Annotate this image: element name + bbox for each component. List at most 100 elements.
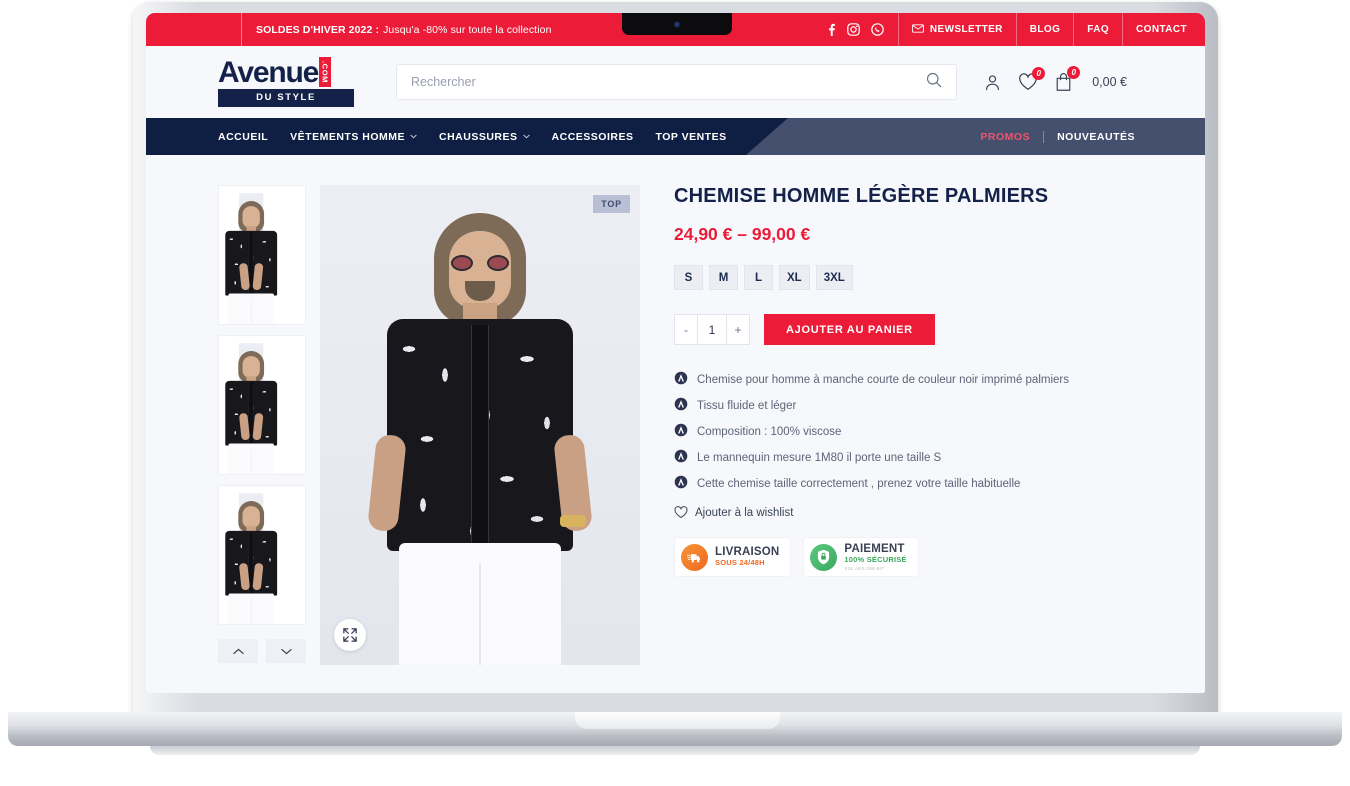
nav-item-accueil[interactable]: ACCUEIL xyxy=(218,131,268,143)
quantity-increase-button[interactable]: + xyxy=(727,315,749,344)
heart-icon xyxy=(674,506,688,518)
laptop-lip-notch xyxy=(575,712,780,729)
size-option-3xl[interactable]: 3XL xyxy=(815,265,853,290)
logo-tagline: DU STYLE xyxy=(218,89,354,107)
quantity-decrease-button[interactable]: - xyxy=(675,315,697,344)
mail-icon xyxy=(912,23,924,36)
delivery-truck-icon xyxy=(681,543,708,571)
instagram-icon[interactable] xyxy=(847,23,860,36)
purchase-controls: - 1 + AJOUTER AU PANIER xyxy=(674,314,1145,345)
chevron-down-icon xyxy=(522,134,530,139)
nav-item-top-ventes[interactable]: TOP VENTES xyxy=(655,131,726,143)
thumbnail-next-button[interactable] xyxy=(266,639,306,663)
thumbnail-controls xyxy=(218,639,306,663)
feature-text: Le mannequin mesure 1M80 il porte une ta… xyxy=(697,451,942,464)
size-option-m[interactable]: M xyxy=(709,265,738,290)
website-page: SOLDES D'HIVER 2022 : Jusqu'a -80% sur t… xyxy=(146,13,1205,693)
size-option-l[interactable]: L xyxy=(744,265,773,290)
nav-item-label: VÊTEMENTS HOMME xyxy=(290,130,406,143)
product-hero-illustration xyxy=(320,185,640,665)
topbar-link-contact[interactable]: CONTACT xyxy=(1122,13,1205,46)
topbar-right-group: NEWSLETTER BLOG FAQ CONTACT xyxy=(817,13,1205,46)
brand-bullet-icon xyxy=(674,397,688,414)
brand-bullet-icon xyxy=(674,449,688,466)
search-area xyxy=(368,64,983,100)
feature-item: Composition : 100% viscose xyxy=(674,423,1145,440)
brand-bullet-icon xyxy=(674,475,688,492)
nav-item-accessoires[interactable]: ACCESSOIRES xyxy=(552,131,634,143)
product-feature-list: Chemise pour homme à manche courte de co… xyxy=(674,371,1145,492)
logo-wordmark: Avenue xyxy=(218,56,319,90)
quantity-stepper: - 1 + xyxy=(674,314,750,345)
topbar-link-newsletter[interactable]: NEWSLETTER xyxy=(897,13,1016,46)
header-icons: 0 0 0,00 € xyxy=(983,66,1205,92)
laptop-foot xyxy=(150,746,1200,755)
site-header: Avenue .COM DU STYLE Rechercher 0 0 0,00… xyxy=(146,46,1205,118)
trust-badge-delivery: LIVRAISON SOUS 24/48H xyxy=(674,537,792,577)
feature-item: Cette chemise taille correctement , pren… xyxy=(674,475,1145,492)
feature-item: Le mannequin mesure 1M80 il porte une ta… xyxy=(674,449,1145,466)
product-main-image[interactable]: TOP xyxy=(320,185,640,665)
whatsapp-icon[interactable] xyxy=(871,23,884,36)
top-badge: TOP xyxy=(593,195,630,213)
webcam-notch xyxy=(622,13,732,35)
badge-title: LIVRAISON xyxy=(715,545,780,558)
facebook-icon[interactable] xyxy=(827,23,836,36)
shield-lock-icon xyxy=(810,543,838,571)
nav-item-label: ACCUEIL xyxy=(218,130,269,143)
size-option-s[interactable]: S xyxy=(674,265,703,290)
product-thumbnail-image xyxy=(225,193,278,324)
topbar-link-label: FAQ xyxy=(1087,24,1110,35)
topbar-link-blog[interactable]: BLOG xyxy=(1015,13,1074,46)
thumbnail-prev-button[interactable] xyxy=(218,639,258,663)
chevron-up-icon xyxy=(232,648,244,654)
trust-badge-payment: PAIEMENT 100% SÉCURISÉ SSL AES 256-BIT xyxy=(803,537,919,577)
nav-item-vetements-homme[interactable]: VÊTEMENTS HOMME xyxy=(290,131,417,143)
size-option-xl[interactable]: XL xyxy=(779,265,810,290)
product-details: CHEMISE HOMME LÉGÈRE PALMIERS 24,90 € – … xyxy=(640,185,1205,693)
nav-item-chaussures[interactable]: CHAUSSURES xyxy=(439,131,530,143)
add-to-wishlist-link[interactable]: Ajouter à la wishlist xyxy=(674,506,1145,519)
brand-bullet-icon xyxy=(674,423,688,440)
cart-icon[interactable]: 0 xyxy=(1054,66,1081,92)
sunglasses-detail xyxy=(451,255,509,271)
promo-label: SOLDES D'HIVER 2022 : xyxy=(256,23,380,36)
chevron-down-icon xyxy=(280,648,292,654)
nav-secondary-links: PROMOS NOUVEAUTÉS xyxy=(980,130,1205,143)
screenshot-stage: SOLDES D'HIVER 2022 : Jusqu'a -80% sur t… xyxy=(0,0,1350,786)
product-thumbnail-image xyxy=(225,343,278,474)
feature-item: Chemise pour homme à manche courte de co… xyxy=(674,371,1145,388)
site-logo[interactable]: Avenue .COM DU STYLE xyxy=(218,57,368,107)
size-selector: S M L XL 3XL xyxy=(674,265,1145,290)
wishlist-icon[interactable]: 0 xyxy=(1018,67,1046,91)
feature-text: Tissu fluide et léger xyxy=(697,399,797,412)
product-title: CHEMISE HOMME LÉGÈRE PALMIERS xyxy=(674,185,1049,207)
search-input[interactable] xyxy=(411,75,927,89)
topbar-link-faq[interactable]: FAQ xyxy=(1073,13,1122,46)
thumbnail-item[interactable] xyxy=(218,185,306,325)
nav-primary-links: ACCUEIL VÊTEMENTS HOMME CHAUSSURES ACCES… xyxy=(146,131,727,143)
image-zoom-button[interactable] xyxy=(334,619,366,651)
topbar-link-label: NEWSLETTER xyxy=(929,24,1003,35)
logo-dotcom-tag: .COM xyxy=(319,57,331,87)
account-icon[interactable] xyxy=(983,73,1002,92)
wishlist-label: Ajouter à la wishlist xyxy=(695,506,794,519)
promo-text: Jusqu'a -80% sur toute la collection xyxy=(383,23,552,36)
product-thumbnail-image xyxy=(225,493,278,624)
topbar-link-label: CONTACT xyxy=(1136,24,1187,35)
thumbnail-item[interactable] xyxy=(218,335,306,475)
badge-subtitle: SOUS 24/48H xyxy=(715,557,765,567)
quantity-value[interactable]: 1 xyxy=(697,315,727,344)
social-links xyxy=(817,13,898,46)
cart-total-amount[interactable]: 0,00 € xyxy=(1092,75,1127,89)
thumbnail-item[interactable] xyxy=(218,485,306,625)
nav-item-promos[interactable]: PROMOS xyxy=(980,130,1045,143)
badge-subtitle: 100% SÉCURISÉ xyxy=(844,555,907,565)
search-box[interactable] xyxy=(396,64,958,100)
laptop-screen: SOLDES D'HIVER 2022 : Jusqu'a -80% sur t… xyxy=(146,13,1205,693)
webcam-icon xyxy=(674,22,680,27)
feature-item: Tissu fluide et léger xyxy=(674,397,1145,414)
search-icon[interactable] xyxy=(926,72,942,93)
nav-item-nouveautes[interactable]: NOUVEAUTÉS xyxy=(1044,131,1135,143)
add-to-cart-button[interactable]: AJOUTER AU PANIER xyxy=(764,314,935,345)
